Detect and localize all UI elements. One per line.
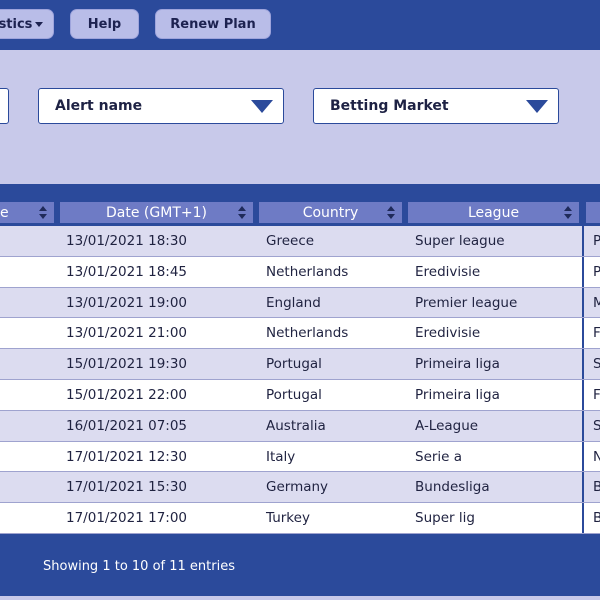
- cell-date: 15/01/2021 22:00: [66, 386, 188, 403]
- cell-next: N: [593, 448, 600, 465]
- column-divider: [582, 441, 584, 472]
- column-header-partial[interactable]: e: [0, 202, 54, 223]
- cell-date: 13/01/2021 19:00: [66, 294, 188, 311]
- column-header-label: Date (GMT+1): [106, 204, 207, 221]
- cell-country: Greece: [266, 233, 315, 249]
- table-row[interactable]: 15/01/2021 22:00 Portugal Primeira liga F: [0, 379, 600, 411]
- table-row[interactable]: 17/01/2021 15:30 Germany Bundesliga B: [0, 472, 600, 504]
- betting-market-value: Betting Market: [330, 98, 449, 114]
- cell-date: 17/01/2021 17:00: [66, 510, 188, 527]
- cell-league: Primeira liga: [415, 356, 500, 373]
- cell-country: Germany: [266, 479, 329, 496]
- cell-league: Primeira liga: [415, 386, 500, 403]
- column-header-country[interactable]: Country: [259, 202, 402, 223]
- cell-country: Italy: [266, 448, 296, 465]
- column-divider: [582, 379, 584, 410]
- cell-date: 17/01/2021 12:30: [66, 448, 188, 465]
- cell-country: Australia: [266, 417, 326, 434]
- cell-next: F: [593, 325, 600, 342]
- filter-panel: Alert name Betting Market: [0, 50, 600, 184]
- cell-date: 13/01/2021 21:00: [66, 325, 188, 342]
- cell-country: Portugal: [266, 386, 322, 403]
- renew-plan-label: Renew Plan: [170, 16, 256, 32]
- cell-league: Premier league: [415, 294, 518, 311]
- column-header-label: League: [467, 204, 520, 221]
- cell-league: Eredivisie: [415, 263, 481, 280]
- top-navigation-bar: stics Help Renew Plan: [0, 0, 600, 50]
- table-row[interactable]: 13/01/2021 18:30 Greece Super league P: [0, 226, 600, 257]
- column-header-next[interactable]: [586, 202, 600, 223]
- cell-date: 16/01/2021 07:05: [66, 417, 188, 434]
- dropdown-arrow-icon: [526, 100, 548, 113]
- table-row[interactable]: 17/01/2021 12:30 Italy Serie a N: [0, 441, 600, 473]
- cell-next: S: [593, 356, 600, 373]
- cell-league: Bundesliga: [415, 479, 490, 496]
- cell-next: P: [593, 233, 600, 249]
- table-info-text: Showing 1 to 10 of 11 entries: [43, 559, 235, 574]
- cell-country: Turkey: [266, 510, 310, 527]
- column-divider: [582, 256, 584, 287]
- statistics-menu-button[interactable]: stics: [0, 9, 54, 39]
- column-header-label: Country: [302, 204, 359, 221]
- column-divider: [582, 318, 584, 349]
- cell-league: Super league: [415, 233, 505, 249]
- column-divider: [582, 226, 584, 256]
- cell-country: Netherlands: [266, 325, 349, 342]
- table-row[interactable]: 16/01/2021 07:05 Australia A-League S: [0, 410, 600, 442]
- cell-next: P: [593, 263, 600, 280]
- statistics-menu-label: stics: [0, 16, 33, 32]
- dropdown-arrow-icon: [251, 100, 273, 113]
- column-divider: [582, 503, 584, 533]
- sort-icon: [238, 206, 246, 219]
- cell-next: M: [593, 294, 600, 311]
- filter-select-partial[interactable]: [0, 88, 9, 124]
- footer-divider: [0, 596, 600, 600]
- cell-country: Portugal: [266, 356, 322, 373]
- cell-date: 17/01/2021 15:30: [66, 479, 188, 496]
- column-divider: [582, 410, 584, 441]
- cell-league: Super lig: [415, 510, 475, 527]
- cell-league: A-League: [415, 417, 479, 434]
- betting-market-select[interactable]: Betting Market: [313, 88, 559, 124]
- cell-date: 15/01/2021 19:30: [66, 356, 188, 373]
- help-button[interactable]: Help: [70, 9, 139, 39]
- column-header-league[interactable]: League: [408, 202, 579, 223]
- table-row[interactable]: 13/01/2021 19:00 England Premier league M: [0, 287, 600, 319]
- column-divider: [582, 287, 584, 318]
- cell-date: 13/01/2021 18:45: [66, 263, 188, 280]
- table-body: 13/01/2021 18:30 Greece Super league P 13/01…: [0, 226, 600, 534]
- cell-date: 13/01/2021 18:30: [66, 233, 188, 249]
- cell-next: B: [593, 479, 600, 496]
- cell-country: Netherlands: [266, 263, 349, 280]
- alert-name-select[interactable]: Alert name: [38, 88, 284, 124]
- sort-icon: [39, 206, 47, 219]
- table-row[interactable]: 13/01/2021 21:00 Netherlands Eredivisie F: [0, 318, 600, 350]
- column-divider: [582, 349, 584, 379]
- table-row[interactable]: 13/01/2021 18:45 Netherlands Eredivisie P: [0, 256, 600, 288]
- cell-next: F: [593, 386, 600, 403]
- cell-league: Serie a: [415, 448, 463, 465]
- sort-icon: [387, 206, 395, 219]
- cell-next: S: [593, 417, 600, 434]
- alert-name-value: Alert name: [55, 98, 143, 114]
- sort-icon: [564, 206, 572, 219]
- cell-country: England: [266, 294, 321, 311]
- table-row[interactable]: 15/01/2021 19:30 Portugal Primeira liga S: [0, 349, 600, 380]
- cell-next: B: [593, 510, 600, 527]
- column-divider: [582, 472, 584, 503]
- table-footer: Showing 1 to 10 of 11 entries: [0, 535, 600, 600]
- cell-league: Eredivisie: [415, 325, 481, 342]
- table-row[interactable]: 17/01/2021 17:00 Turkey Super lig B: [0, 503, 600, 534]
- chevron-down-icon: [35, 21, 44, 27]
- column-header-label: e: [0, 204, 9, 221]
- column-header-date[interactable]: Date (GMT+1): [60, 202, 253, 223]
- help-label: Help: [87, 16, 122, 32]
- renew-plan-button[interactable]: Renew Plan: [155, 9, 271, 39]
